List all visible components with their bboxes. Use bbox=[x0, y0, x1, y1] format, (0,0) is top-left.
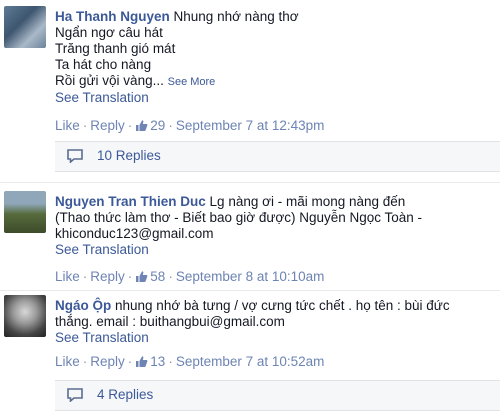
reply-button[interactable]: Reply bbox=[90, 269, 125, 284]
like-button[interactable]: Like bbox=[55, 118, 80, 133]
view-replies[interactable]: 10 Replies bbox=[55, 141, 500, 172]
comment-actions: Like · Reply · 58 · September 8 at 10:10am bbox=[55, 269, 324, 287]
timestamp[interactable]: September 7 at 10:52am bbox=[176, 354, 325, 369]
comment-actions: Like · Reply · 13 · September 7 at 10:52am bbox=[55, 354, 324, 372]
comment-line: Ngẩn ngơ câu hát bbox=[55, 25, 163, 40]
replies-count-link[interactable]: 10 Replies bbox=[97, 148, 161, 163]
see-translation-link[interactable]: See Translation bbox=[55, 242, 149, 257]
comment-line: thắng. email : buithangbui@gmail.com bbox=[55, 314, 285, 329]
avatar[interactable] bbox=[4, 295, 46, 337]
comment-body: Nguyen Tran Thien Duc Lg nàng ơi - mãi m… bbox=[55, 194, 494, 258]
like-button[interactable]: Like bbox=[55, 354, 80, 369]
like-thumb-icon[interactable] bbox=[135, 119, 148, 136]
comment-actions: Like · Reply · 29 · September 7 at 12:43pm bbox=[55, 118, 324, 136]
replies-count-link[interactable]: 4 Replies bbox=[97, 387, 153, 402]
comment-line: Trăng thanh gió mát bbox=[55, 41, 176, 56]
reply-bubble-icon bbox=[67, 388, 83, 405]
see-translation-link[interactable]: See Translation bbox=[55, 90, 149, 105]
comment-body: Ngáo Ộp nhung nhớ bà tưng / vợ cưng tức … bbox=[55, 298, 494, 346]
like-thumb-icon[interactable] bbox=[135, 270, 148, 287]
comment-divider bbox=[0, 290, 500, 291]
avatar[interactable] bbox=[4, 191, 46, 233]
view-replies[interactable]: 4 Replies bbox=[55, 380, 500, 411]
like-count[interactable]: 13 bbox=[150, 354, 165, 369]
see-translation-link[interactable]: See Translation bbox=[55, 330, 149, 345]
comment-body: Ha Thanh Nguyen Nhung nhớ nàng thơ Ngẩn … bbox=[55, 9, 494, 106]
comment-line: (Thao thức làm thơ - Biết bao giờ được) … bbox=[55, 210, 423, 225]
like-count[interactable]: 58 bbox=[150, 269, 165, 284]
comment-line: Rồi gửi vội vàng... bbox=[55, 73, 164, 88]
reply-bubble-icon bbox=[67, 149, 83, 166]
like-thumb-icon[interactable] bbox=[135, 355, 148, 372]
comment-divider bbox=[0, 182, 500, 183]
comment-author[interactable]: Nguyen Tran Thien Duc bbox=[55, 194, 206, 209]
reply-button[interactable]: Reply bbox=[90, 354, 125, 369]
see-more-link[interactable]: See More bbox=[168, 76, 216, 88]
like-button[interactable]: Like bbox=[55, 269, 80, 284]
avatar[interactable] bbox=[4, 6, 46, 48]
comment-line: Lg nàng ơi - mãi mong nàng đến bbox=[209, 194, 406, 209]
timestamp[interactable]: September 7 at 12:43pm bbox=[176, 118, 325, 133]
comment-line: Ta hát cho nàng bbox=[55, 57, 152, 72]
timestamp[interactable]: September 8 at 10:10am bbox=[176, 269, 325, 284]
comment-line: khiconduc123@gmail.com bbox=[55, 226, 214, 241]
comment-line: Nhung nhớ nàng thơ bbox=[173, 9, 299, 24]
comment-author[interactable]: Ngáo Ộp bbox=[55, 298, 111, 313]
comment-line: nhung nhớ bà tưng / vợ cưng tức chết . h… bbox=[115, 298, 450, 313]
comment-author[interactable]: Ha Thanh Nguyen bbox=[55, 9, 170, 24]
like-count[interactable]: 29 bbox=[150, 118, 165, 133]
reply-button[interactable]: Reply bbox=[90, 118, 125, 133]
